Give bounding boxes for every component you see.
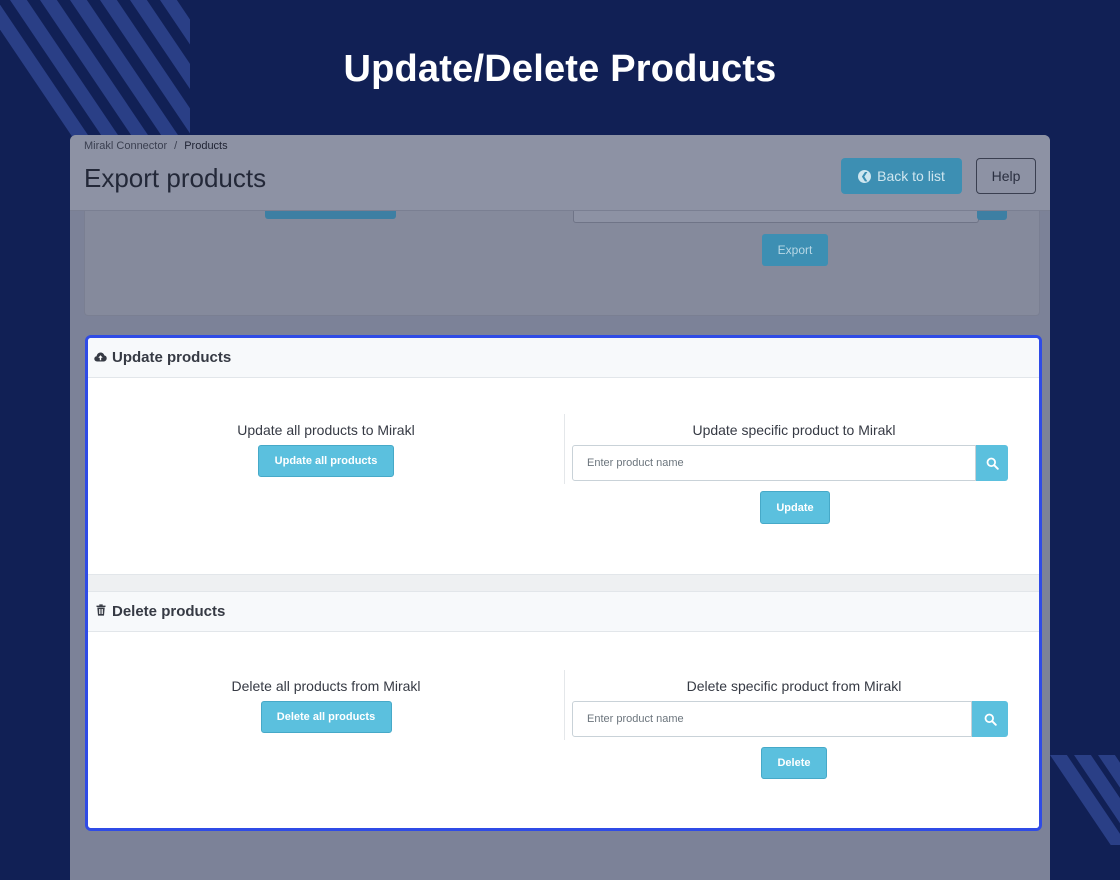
hero-title: Update/Delete Products xyxy=(343,48,777,90)
update-products-card: Update products Update all products to M… xyxy=(88,338,1039,574)
breadcrumb-parent[interactable]: Mirakl Connector xyxy=(84,140,167,152)
search-icon xyxy=(984,713,997,726)
column-divider xyxy=(564,414,565,484)
trash-icon xyxy=(94,604,107,619)
delete-all-label: Delete all products from Mirakl xyxy=(231,678,421,694)
breadcrumb-separator: / xyxy=(174,140,178,152)
update-button[interactable]: Update xyxy=(760,491,830,524)
delete-card-header: Delete products xyxy=(88,592,1039,632)
update-all-column: Update all products to Mirakl Update all… xyxy=(88,422,564,477)
delete-all-products-button[interactable]: Delete all products xyxy=(260,701,392,733)
highlighted-section: Update products Update all products to M… xyxy=(85,335,1042,831)
delete-search-button[interactable] xyxy=(972,701,1008,737)
update-specific-column: Update specific product to Mirakl Enter … xyxy=(572,422,1008,524)
update-product-input[interactable]: Enter product name xyxy=(572,445,976,481)
arrow-left-circle-icon: ❮ xyxy=(858,169,872,183)
column-divider xyxy=(564,670,565,740)
delete-button[interactable]: Delete xyxy=(761,747,827,779)
update-card-title: Update products xyxy=(112,349,232,366)
export-product-input[interactable] xyxy=(573,211,979,223)
export-button[interactable]: Export xyxy=(762,234,828,266)
delete-product-input[interactable]: Enter product name xyxy=(572,701,972,737)
update-specific-label: Update specific product to Mirakl xyxy=(692,422,896,438)
breadcrumb: Mirakl Connector / Products xyxy=(84,140,228,152)
page-title: Export products xyxy=(84,163,267,193)
update-all-label: Update all products to Mirakl xyxy=(237,422,415,438)
delete-specific-column: Delete specific product from Mirakl Ente… xyxy=(572,678,1008,779)
delete-specific-label: Delete specific product from Mirakl xyxy=(686,678,902,694)
section-separator xyxy=(88,574,1039,592)
breadcrumb-current: Products xyxy=(184,140,228,152)
update-search-button[interactable] xyxy=(976,445,1008,481)
back-to-list-label: Back to list xyxy=(877,168,945,184)
delete-products-card: Delete products Delete all products from… xyxy=(88,592,1039,828)
back-to-list-button[interactable]: ❮ Back to list xyxy=(841,158,962,194)
delete-card-title: Delete products xyxy=(112,603,226,620)
delete-search-group: Enter product name xyxy=(572,701,1008,737)
update-card-header: Update products xyxy=(88,338,1039,378)
update-all-products-button[interactable]: Update all products xyxy=(258,445,394,477)
search-icon xyxy=(986,457,999,470)
export-all-button[interactable] xyxy=(265,211,396,219)
cloud-upload-icon xyxy=(94,351,107,365)
export-search-button[interactable] xyxy=(977,211,1007,220)
update-search-group: Enter product name xyxy=(572,445,1008,481)
decorative-stripes-bottom-right xyxy=(1050,755,1120,845)
export-card: Export xyxy=(84,211,1040,316)
page-header: Mirakl Connector / Products Export product… xyxy=(70,135,1050,211)
delete-all-column: Delete all products from Mirakl Delete a… xyxy=(88,678,564,733)
help-button[interactable]: Help xyxy=(976,158,1036,194)
